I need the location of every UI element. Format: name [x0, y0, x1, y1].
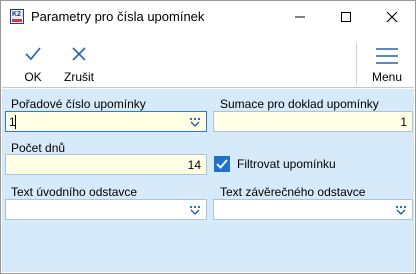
menu-label: Menu: [371, 70, 403, 84]
poradove-cislo-label: Pořadové číslo upomínky: [11, 97, 146, 111]
app-icon: K2: [10, 9, 24, 24]
poradove-cislo-combobox[interactable]: 1: [5, 111, 207, 132]
text-uvodni-label: Text úvodního odstavce: [11, 185, 138, 199]
maximize-button[interactable]: [323, 1, 369, 32]
toolbar-separator: [356, 43, 357, 85]
maximize-icon: [341, 12, 351, 22]
text-uvodni-combobox[interactable]: [5, 199, 207, 220]
window-title: Parametry pro čísla upomínek: [31, 9, 205, 24]
toolbar: OK Zrušit Menu: [2, 32, 414, 88]
title-bar[interactable]: K2 Parametry pro čísla upomínek: [1, 1, 415, 32]
text-zaverecny-combobox[interactable]: [213, 199, 413, 220]
sumace-value: 1: [400, 115, 407, 129]
cancel-button[interactable]: Zrušit: [57, 32, 101, 88]
menu-button[interactable]: Menu: [363, 32, 411, 88]
dropdown-icon[interactable]: [188, 117, 202, 127]
text-zaverecny-label: Text závěrečného odstavce: [220, 185, 366, 199]
pocet-dnu-value: 14: [187, 158, 201, 172]
close-button[interactable]: [369, 1, 415, 32]
close-icon: [386, 11, 398, 23]
dropdown-icon[interactable]: [188, 205, 202, 215]
checkmark-icon: [25, 47, 41, 61]
minimize-icon: [295, 16, 305, 18]
ok-label: OK: [24, 70, 42, 84]
pocet-dnu-label: Počet dnů: [11, 141, 66, 155]
minimize-button[interactable]: [277, 1, 323, 32]
pocet-dnu-input[interactable]: 14: [5, 154, 207, 175]
filtrovat-checkbox[interactable]: [214, 156, 230, 172]
cancel-label: Zrušit: [64, 70, 94, 84]
dropdown-icon[interactable]: [394, 205, 408, 215]
sumace-label: Sumace pro doklad upomínky: [220, 97, 379, 111]
parameters-form: Pořadové číslo upomínky 1 Sumace pro dok…: [2, 89, 414, 272]
sumace-input[interactable]: 1: [213, 111, 413, 132]
hamburger-icon: [376, 48, 398, 64]
cross-icon: [72, 47, 86, 61]
dialog-window: K2 Parametry pro čísla upomínek OK Zruši…: [0, 0, 416, 274]
text-caret: [15, 115, 16, 129]
filtrovat-label: Filtrovat upomínku: [237, 157, 336, 171]
checkmark-icon: [216, 159, 228, 169]
ok-button[interactable]: OK: [13, 32, 53, 88]
